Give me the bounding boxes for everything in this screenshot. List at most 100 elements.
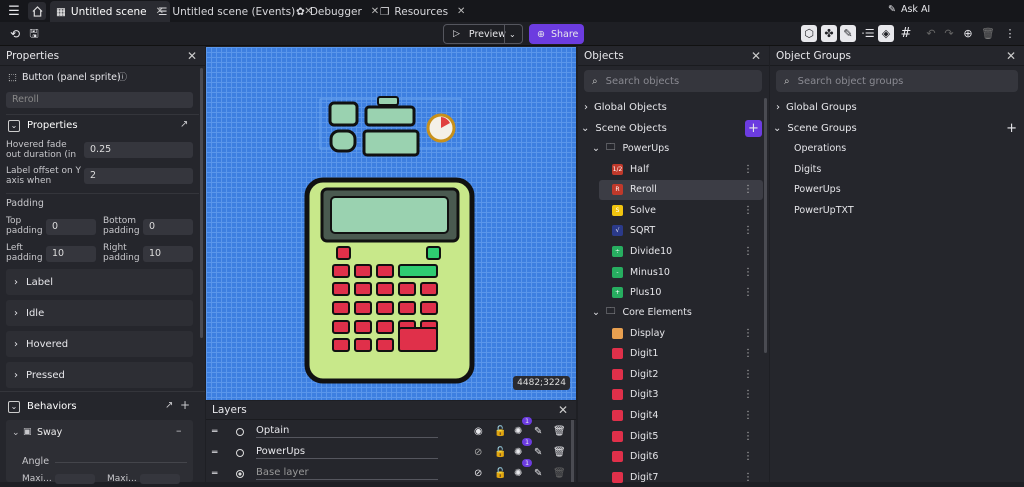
eye-off-icon[interactable]: ⊘ — [474, 468, 482, 479]
lock-icon[interactable]: 🔓 — [494, 468, 506, 479]
more-icon[interactable]: ⋮ — [743, 451, 753, 462]
search-input[interactable]: ⌕ Search objects — [584, 70, 762, 92]
top-padding-input[interactable]: 0 — [46, 219, 96, 235]
object-item[interactable]: R Reroll ⋮ — [599, 179, 763, 200]
more-icon[interactable]: ⋮ — [743, 389, 753, 400]
zoom-icon[interactable]: ⊕ — [960, 25, 976, 42]
max-input-1[interactable] — [55, 474, 95, 484]
object-item[interactable]: + Plus10 ⋮ — [599, 283, 763, 303]
scene-objects-header[interactable]: ⌄ Scene Objects + — [581, 118, 764, 138]
collapse-minus-icon[interactable]: – — [176, 425, 182, 436]
drag-handle-icon[interactable]: ═ — [212, 427, 222, 437]
preview-button[interactable]: ▷ Preview ⌄ — [443, 24, 523, 44]
object-item[interactable]: Digit3 ⋮ — [599, 385, 763, 405]
object-item[interactable]: Digit5 ⋮ — [599, 426, 763, 446]
group-item[interactable]: PowerUpTXT — [794, 200, 854, 220]
lock-icon[interactable]: 🔓 — [494, 447, 506, 458]
more-icon[interactable]: ⋮ — [743, 348, 753, 359]
object-item[interactable]: 1/2 Half ⋮ — [599, 159, 763, 179]
tab-resources[interactable]: ❐ Resources ✕ — [374, 1, 471, 22]
object-item[interactable]: Digit6 ⋮ — [599, 447, 763, 467]
edit-icon[interactable]: ✎ — [534, 447, 542, 458]
scene-groups-header[interactable]: ⌄ Scene Groups + — [773, 118, 1019, 138]
collapse-icon[interactable]: ⌄ — [8, 401, 20, 413]
object-item[interactable]: √ SQRT ⋮ — [599, 221, 763, 241]
object-item[interactable]: S Solve ⋮ — [599, 200, 763, 220]
delete-icon[interactable]: 🗑 — [553, 468, 566, 479]
instances-icon[interactable]: ⋅☰ — [860, 25, 876, 42]
layer-row[interactable]: ═ Base layer ⊘ 🔓 ✺ 1 ✎ 🗑 — [206, 459, 576, 484]
close-icon[interactable]: ✕ — [558, 403, 568, 417]
open-external-icon[interactable]: ↗ — [165, 401, 173, 411]
group-item[interactable]: PowerUps — [794, 179, 841, 199]
share-button[interactable]: ⊕ Share — [529, 24, 584, 44]
more-icon[interactable]: ⋮ — [743, 246, 753, 257]
close-icon[interactable]: ✕ — [187, 49, 197, 63]
radio-selected-icon[interactable] — [236, 469, 244, 478]
close-icon[interactable]: ✕ — [751, 49, 761, 63]
effects-icon[interactable]: ✺ — [514, 468, 522, 479]
add-group-button[interactable]: + — [1006, 121, 1017, 136]
scrollbar[interactable] — [764, 98, 767, 353]
layer-row[interactable]: ═ PowerUps ⊘ 🔓 ✺ 1 ✎ 🗑 — [206, 438, 576, 463]
fade-duration-input[interactable]: 0.25 — [84, 142, 193, 158]
groups-panel-icon[interactable]: ✤ — [821, 25, 837, 42]
object-item[interactable]: Display ⋮ — [599, 323, 763, 343]
more-icon[interactable]: ⋮ — [743, 205, 753, 216]
undo-icon[interactable]: ↶ — [923, 25, 939, 42]
open-external-icon[interactable]: ↗ — [180, 120, 188, 130]
drag-handle-icon[interactable]: ═ — [212, 448, 222, 458]
ask-ai-button[interactable]: ✎ Ask AI — [888, 4, 930, 15]
layers-icon[interactable]: ◈ — [878, 25, 894, 42]
eye-off-icon[interactable]: ⊘ — [474, 447, 482, 458]
properties-panel-icon[interactable]: ✎ — [840, 25, 856, 42]
object-item[interactable]: - Minus10 ⋮ — [599, 262, 763, 282]
add-object-button[interactable]: + — [745, 119, 762, 137]
layer-name[interactable]: Base layer — [256, 467, 438, 480]
folder-powerups[interactable]: ⌄ 🗀 PowerUps — [592, 138, 669, 158]
object-item[interactable]: Digit1 ⋮ — [599, 344, 763, 364]
global-groups-header[interactable]: › Global Groups — [776, 97, 857, 117]
more-icon[interactable]: ⋮ — [743, 164, 753, 175]
grid-icon[interactable]: # — [898, 25, 914, 42]
more-icon[interactable]: ⋮ — [743, 267, 753, 278]
layer-row[interactable]: ═ Optain ◉ 🔓 ✺ 1 ✎ 🗑 — [206, 417, 576, 442]
delete-icon[interactable]: 🗑 — [980, 25, 996, 42]
more-icon[interactable]: ⋮ — [743, 287, 753, 298]
effects-icon[interactable]: ✺ — [514, 426, 522, 437]
tab-debugger[interactable]: ✿ Debugger ✕ — [290, 1, 385, 22]
menu-icon[interactable]: ☰ — [6, 3, 22, 19]
object-name-field[interactable]: Reroll — [6, 92, 193, 108]
delete-icon[interactable]: 🗑 — [553, 426, 566, 437]
right-padding-input[interactable]: 10 — [143, 246, 193, 262]
effects-icon[interactable]: ✺ — [514, 447, 522, 458]
more-icon[interactable]: ⋮ — [743, 369, 753, 380]
accordion-pressed[interactable]: › Pressed — [6, 362, 193, 388]
more-icon[interactable]: ⋮ — [743, 431, 753, 442]
label-offset-input[interactable]: 2 — [84, 168, 193, 184]
more-icon[interactable]: ⋮ — [743, 472, 753, 483]
group-item[interactable]: Digits — [794, 159, 821, 179]
layer-name[interactable]: PowerUps — [256, 446, 438, 459]
more-icon[interactable]: ⋮ — [743, 328, 753, 339]
edit-icon[interactable]: ✎ — [534, 426, 542, 437]
close-icon[interactable]: ✕ — [1006, 49, 1016, 63]
object-item[interactable]: Digit2 ⋮ — [599, 364, 763, 384]
radio-icon[interactable] — [236, 427, 244, 436]
eye-icon[interactable]: ◉ — [474, 426, 483, 437]
save-icon[interactable]: 🖫 — [27, 27, 41, 41]
scrollbar[interactable] — [200, 68, 203, 338]
folder-core-elements[interactable]: ⌄ 🗀 Core Elements — [592, 302, 692, 322]
object-item[interactable]: Digit7 ⋮ — [599, 467, 763, 487]
bottom-padding-input[interactable]: 0 — [143, 219, 193, 235]
redo-icon[interactable]: ↷ — [941, 25, 957, 42]
accordion-hovered[interactable]: › Hovered — [6, 331, 193, 357]
scene-canvas[interactable]: 4482;3224 — [206, 47, 576, 400]
accordion-idle[interactable]: › Idle — [6, 300, 193, 326]
chevron-down-icon[interactable]: ⌄ — [509, 30, 516, 39]
global-objects-header[interactable]: › Global Objects — [584, 97, 667, 117]
scrollbar[interactable] — [571, 420, 574, 482]
object-item[interactable]: Digit4 ⋮ — [599, 405, 763, 425]
home-icon[interactable] — [28, 2, 46, 20]
close-icon[interactable]: ✕ — [457, 6, 465, 17]
